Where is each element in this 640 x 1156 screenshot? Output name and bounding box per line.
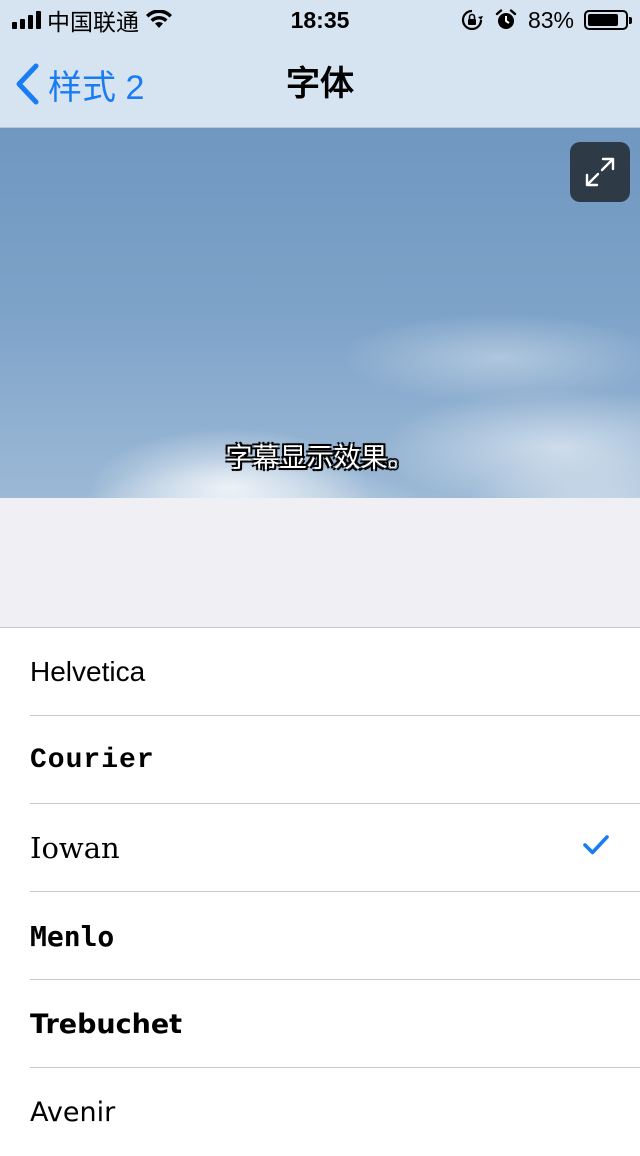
- carrier-label: 中国联通: [47, 9, 139, 35]
- font-option-label: Trebuchet: [30, 1008, 183, 1040]
- subtitle-preview: 字幕显示效果。: [0, 128, 640, 498]
- font-option-label: Helvetica: [30, 656, 146, 687]
- status-left: 中国联通: [0, 3, 173, 37]
- page-title: 字体: [286, 65, 354, 103]
- section-spacer: [0, 498, 640, 628]
- font-option-label: Iowan: [30, 831, 120, 865]
- battery-icon: [584, 10, 632, 30]
- font-list: Helvetica Courier Iowan Menlo Trebuchet …: [0, 628, 640, 1156]
- font-option-trebuchet[interactable]: Trebuchet: [0, 980, 640, 1068]
- wifi-icon: [146, 10, 172, 28]
- expand-icon: [585, 157, 615, 187]
- font-option-label: Menlo: [30, 919, 115, 953]
- font-option-iowan[interactable]: Iowan: [0, 804, 640, 892]
- battery-level-fill: [588, 14, 618, 26]
- font-option-label: Avenir: [30, 1096, 116, 1128]
- status-right: 83%: [460, 7, 640, 34]
- font-option-avenir[interactable]: Avenir: [0, 1068, 640, 1156]
- expand-button[interactable]: [570, 142, 630, 202]
- orientation-lock-icon: [461, 9, 483, 31]
- status-bar: 中国联通 18:35 83%: [0, 0, 640, 40]
- font-option-helvetica[interactable]: Helvetica: [0, 628, 640, 716]
- font-option-menlo[interactable]: Menlo: [0, 892, 640, 980]
- battery-percent: 83%: [527, 6, 574, 33]
- font-option-label: Courier: [30, 744, 155, 776]
- subtitle-sample: 字幕显示效果。: [225, 443, 415, 473]
- signal-icon: [12, 11, 41, 29]
- font-option-courier[interactable]: Courier: [0, 716, 640, 804]
- alarm-icon: [495, 9, 517, 29]
- checkmark-icon: [583, 835, 609, 855]
- navigation-bar: 样式 2 字体: [0, 40, 640, 128]
